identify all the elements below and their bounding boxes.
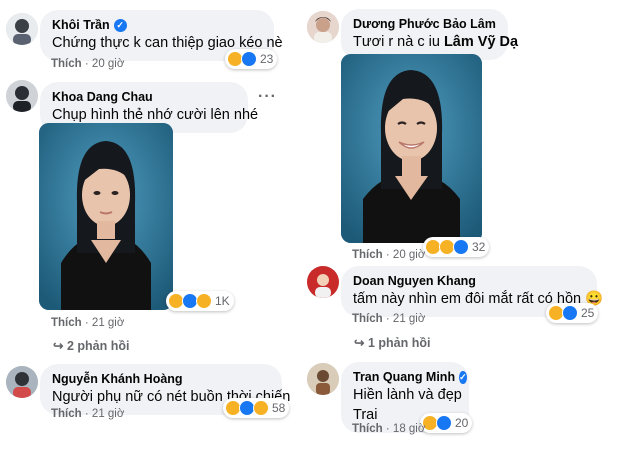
comment-author[interactable]: Khôi Trần ✓ [52,17,262,33]
view-replies-link[interactable]: ↪ 2 phản hồi [53,338,129,353]
separator: · [385,249,390,261]
sad-reaction-icon [196,293,212,309]
replies-count[interactable]: 1 phản hồi [368,336,431,350]
author-name[interactable]: Doan Nguyen Khang [353,273,476,289]
comment-actions: Thích · 20 giờ [352,249,425,261]
timestamp[interactable]: 18 giờ [393,423,425,435]
avatar[interactable] [307,11,339,43]
comment-actions: Thích · 21 giờ [51,408,124,420]
more-options-icon[interactable]: ··· [258,88,277,106]
reply-arrow-icon: ↪ [53,339,64,353]
reply-arrow-icon: ↪ [354,336,365,350]
like-link[interactable]: Thích [51,58,82,70]
comment-author[interactable]: Doan Nguyen Khang [353,273,585,289]
reaction-summary[interactable]: 1K [166,291,234,311]
avatar[interactable] [6,366,38,398]
timestamp[interactable]: 21 giờ [92,408,124,420]
comment-author[interactable]: Tran Quang Minh ✓ [353,369,467,385]
replies-count[interactable]: 2 phản hồi [67,339,130,353]
avatar[interactable] [6,80,38,112]
reaction-summary[interactable]: 32 [423,237,490,257]
verified-badge-icon: ✓ [459,370,467,384]
reaction-summary[interactable]: 20 [420,413,473,433]
like-reaction-icon [453,239,469,255]
comment-actions: Thích · 18 giờ [352,423,425,435]
timestamp[interactable]: 21 giờ [92,317,124,329]
timestamp[interactable]: 20 giờ [393,249,425,261]
reaction-count: 1K [215,294,230,308]
timestamp[interactable]: 20 giờ [92,58,124,70]
like-link[interactable]: Thích [352,249,383,261]
author-name[interactable]: Khôi Trần [52,17,110,33]
like-link[interactable]: Thích [51,408,82,420]
author-name[interactable]: Nguyễn Khánh Hoàng [52,371,183,387]
id-photo[interactable] [39,123,173,310]
comment-actions: Thích · 21 giờ [352,313,425,325]
comment-text: Tươi r nà c iu Lâm Vỹ Dạ [353,32,518,52]
care-reaction-icon [253,400,269,416]
reaction-count: 58 [272,401,286,415]
comment-text: Chụp hình thẻ nhớ cười lên nhé [52,107,259,123]
comment-author[interactable]: Nguyễn Khánh Hoàng [52,371,270,387]
reaction-count: 32 [472,240,486,254]
like-reaction-icon [241,51,257,67]
like-link[interactable]: Thích [352,313,383,325]
separator: · [84,408,89,420]
avatar[interactable] [6,13,38,45]
author-name[interactable]: Dương Phước Bảo Lâm [353,16,496,32]
comment-author[interactable]: Khoa Dang Chau [52,89,236,105]
comment-bubble: Dương Phước Bảo Lâm Tươi r nà c iu Lâm V… [341,9,518,60]
reaction-count: 20 [455,416,469,430]
verified-badge-icon: ✓ [113,18,127,32]
author-name[interactable]: Tran Quang Minh [353,369,455,385]
reaction-summary[interactable]: 58 [223,398,290,418]
reaction-summary[interactable]: 23 [225,49,278,69]
reaction-summary[interactable]: 25 [546,303,599,323]
reaction-count: 25 [581,306,595,320]
view-replies-link[interactable]: ↪ 1 phản hồi [354,335,430,350]
separator: · [84,317,89,329]
separator: · [385,313,390,325]
mention-link[interactable]: Lâm Vỹ Dạ [444,34,518,50]
timestamp[interactable]: 21 giờ [393,313,425,325]
like-reaction-icon [562,305,578,321]
avatar[interactable] [307,363,339,395]
like-link[interactable]: Thích [51,317,82,329]
comment-actions: Thích · 21 giờ [51,317,124,329]
reaction-count: 23 [260,52,274,66]
comment-actions: Thích · 20 giờ [51,58,124,70]
avatar[interactable] [307,266,339,298]
id-photo[interactable] [341,54,482,243]
separator: · [385,423,390,435]
author-name[interactable]: Khoa Dang Chau [52,89,153,105]
comment-author[interactable]: Dương Phước Bảo Lâm [353,16,496,32]
like-reaction-icon [436,415,452,431]
comment-text-body: Tươi r nà c iu [353,34,444,50]
like-link[interactable]: Thích [352,423,383,435]
comment-text-line: Hiền lành và đẹp [353,387,462,403]
separator: · [84,58,89,70]
